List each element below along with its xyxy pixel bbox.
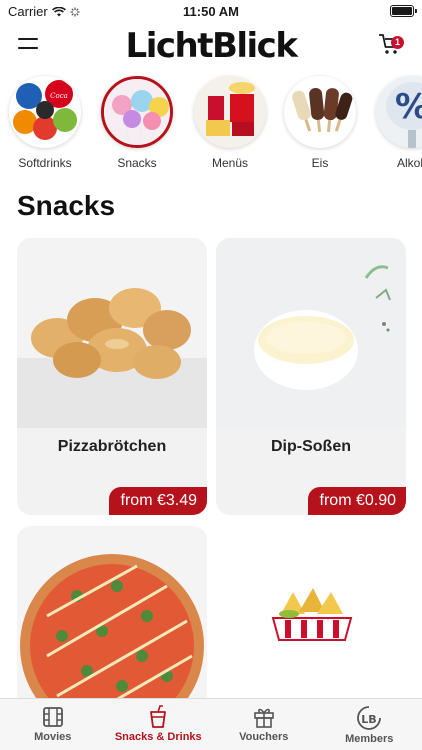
category-snacks[interactable]: Snacks — [97, 74, 177, 170]
softdrinks-image: Coca — [9, 76, 81, 148]
svg-text:LB: LB — [362, 713, 377, 726]
pizzabroetchen-image — [17, 238, 207, 428]
nachos-image — [216, 526, 406, 716]
pizza-image — [17, 526, 207, 716]
cup-icon — [150, 705, 167, 728]
alkohol-image: % — [376, 76, 422, 148]
category-alkohol[interactable]: % Alkoh — [372, 74, 422, 170]
category-eis[interactable]: Eis — [280, 74, 360, 170]
category-label: Alkoh — [396, 156, 422, 170]
menus-image — [194, 76, 266, 148]
product-name: Pizzabrötchen — [57, 438, 167, 455]
lb-members-icon: LB — [357, 706, 382, 730]
category-label: Menüs — [211, 156, 249, 170]
tab-label: Movies — [34, 731, 72, 743]
product-card-dip-sossen[interactable]: Dip-Soßen from €0.90 — [216, 238, 406, 515]
cart-count-badge: 1 — [391, 36, 404, 49]
film-icon — [42, 707, 63, 727]
product-price-badge: from €3.49 — [108, 487, 207, 515]
category-softdrinks[interactable]: Coca Softdrinks — [5, 74, 85, 170]
tab-members[interactable]: LB Members — [317, 699, 422, 750]
category-label: Eis — [311, 156, 329, 170]
dip-sossen-image — [216, 238, 406, 428]
tab-label: Snacks & Drinks — [114, 731, 202, 743]
tab-snacks-drinks[interactable]: Snacks & Drinks — [106, 699, 212, 750]
svg-text:%: % — [395, 87, 422, 127]
cart-button[interactable]: 1 — [378, 32, 404, 56]
tab-movies[interactable]: Movies — [0, 699, 106, 750]
category-label: Softdrinks — [18, 156, 72, 170]
category-carousel[interactable]: Coca Softdrinks Snacks Menüs Eis Alko — [0, 74, 422, 174]
product-card-pizzabroetchen[interactable]: Pizzabrötchen from €3.49 — [17, 238, 207, 515]
tab-label: Members — [345, 733, 394, 745]
status-time: 11:50 AM — [183, 4, 239, 19]
status-bar: Carrier 11:50 AM — [0, 0, 422, 24]
product-name: Dip-Soßen — [271, 438, 351, 455]
battery-icon — [390, 5, 417, 17]
category-label: Snacks — [117, 156, 157, 170]
eis-image — [284, 76, 356, 148]
product-card-nachos[interactable] — [216, 526, 406, 726]
snacks-image — [101, 76, 173, 148]
app-header: LichtBlick 1 — [0, 24, 422, 70]
tab-vouchers[interactable]: Vouchers — [211, 699, 317, 750]
section-title: Snacks — [17, 190, 116, 221]
svg-text:Coca: Coca — [50, 92, 68, 100]
product-price-badge: from €0.90 — [307, 487, 406, 515]
bottom-tab-bar: Movies Snacks & Drinks Vouchers LB Membe… — [0, 698, 422, 750]
app-logo: LichtBlick — [125, 26, 298, 66]
category-menus[interactable]: Menüs — [190, 74, 270, 170]
tab-label: Vouchers — [239, 731, 289, 743]
gift-icon — [253, 708, 274, 728]
product-card-pizza[interactable] — [17, 526, 207, 726]
